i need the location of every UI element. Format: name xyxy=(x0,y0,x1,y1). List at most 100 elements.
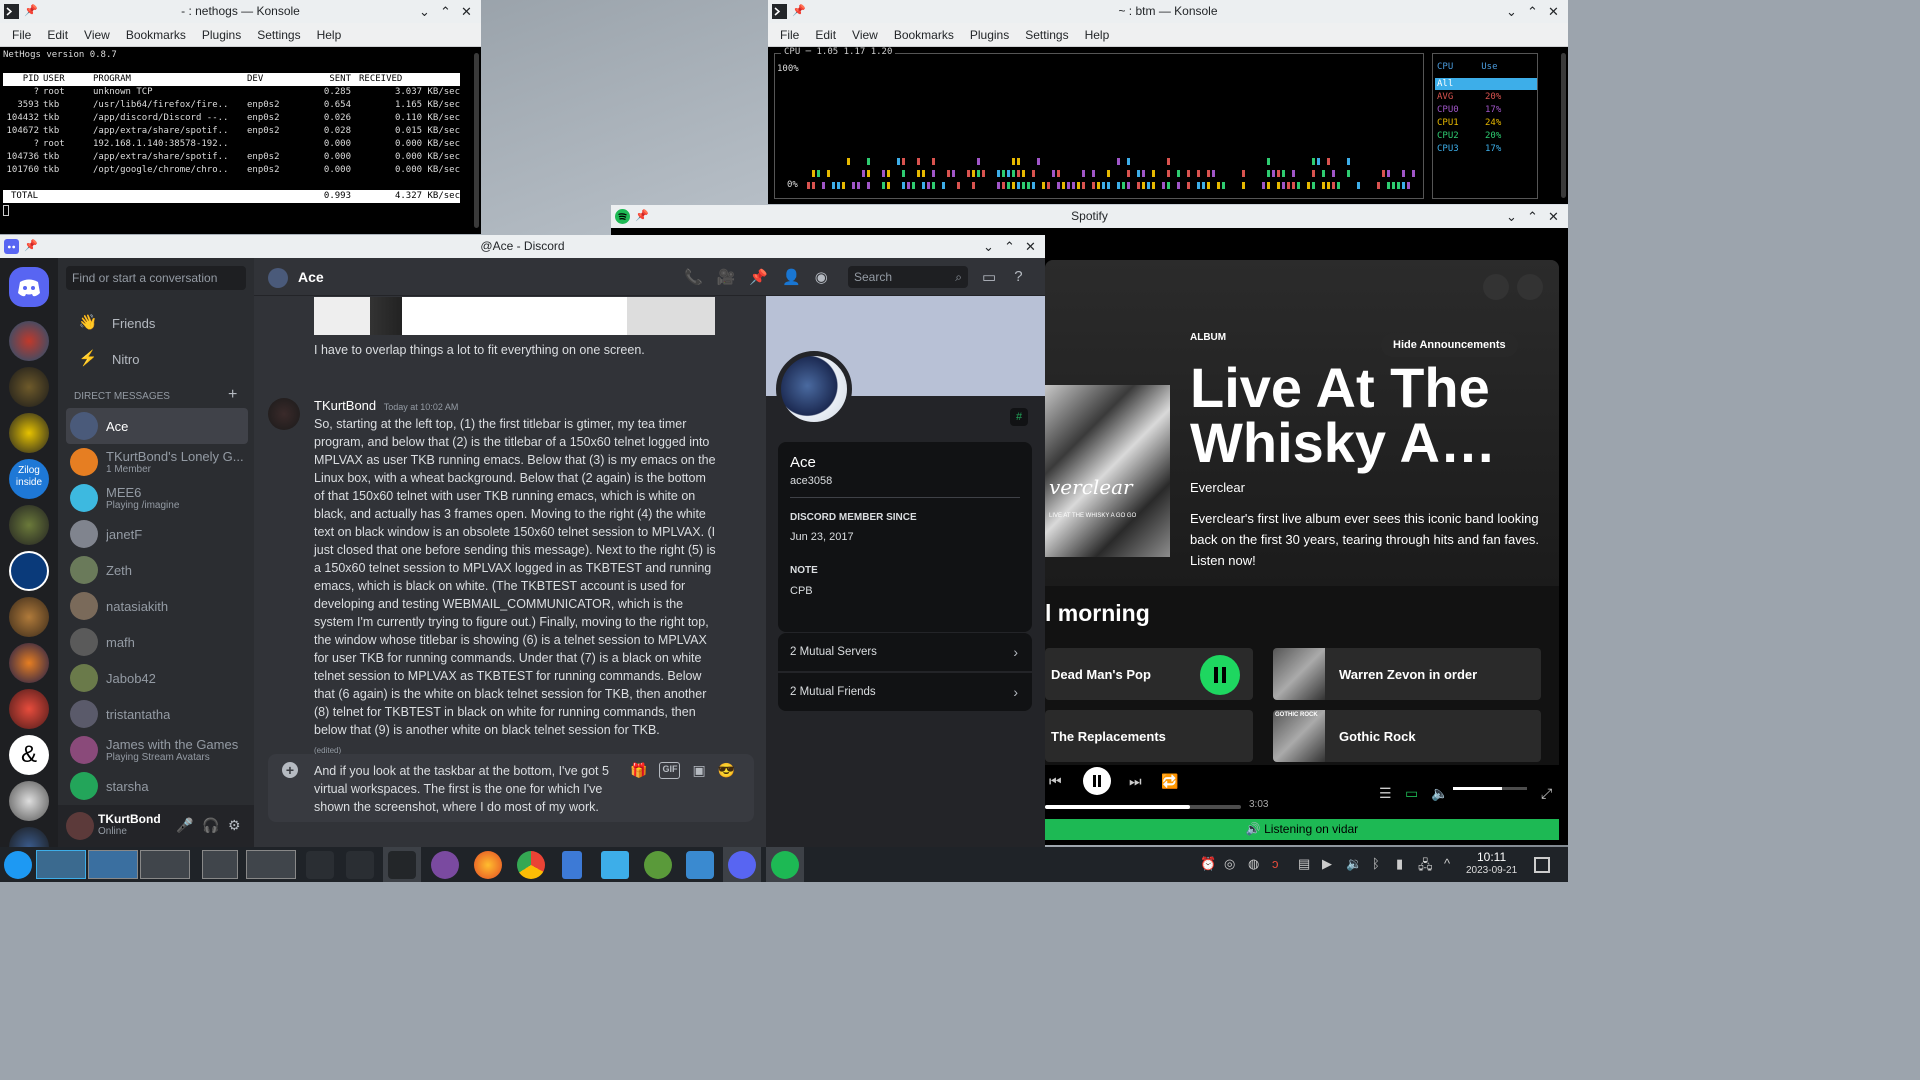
menu-file[interactable]: File xyxy=(4,28,39,42)
server-icon[interactable] xyxy=(9,643,49,683)
headphones-icon[interactable]: 🎧 xyxy=(202,817,219,834)
steam-tray-icon[interactable]: ◍ xyxy=(1248,856,1259,872)
scrollbar[interactable] xyxy=(1561,53,1566,198)
maximize-icon[interactable]: ⌃ xyxy=(435,0,456,23)
battery-tray-icon[interactable]: ▮ xyxy=(1396,856,1403,872)
menu-plugins[interactable]: Plugins xyxy=(962,28,1017,42)
next-icon[interactable]: ⏭ xyxy=(1129,773,1142,790)
terminal-area[interactable]: CPU ─ 1.05 1.17 1.20 100% 0% CPU Use All… xyxy=(768,47,1568,204)
friend-activity-icon[interactable] xyxy=(1483,274,1509,300)
menu-help[interactable]: Help xyxy=(1077,28,1118,42)
server-icon[interactable] xyxy=(9,413,49,453)
dm-item[interactable]: TKurtBond's Lonely G... 1 Member xyxy=(66,444,248,480)
server-icon[interactable] xyxy=(9,505,49,545)
dm-item[interactable]: Ace xyxy=(66,408,248,444)
dm-item[interactable]: starsha xyxy=(66,768,248,804)
draft-message-input[interactable]: And if you look at the taskbar at the bo… xyxy=(314,762,624,816)
add-friends-icon[interactable]: 👤 xyxy=(782,268,801,286)
dm-item[interactable]: natasiakith xyxy=(66,588,248,624)
home-button[interactable] xyxy=(9,267,49,307)
screenshot-attachment[interactable] xyxy=(314,297,715,335)
tile-the-replacements[interactable]: The Replacements xyxy=(1045,710,1253,762)
file-manager-task-icon[interactable] xyxy=(601,851,629,879)
menu-view[interactable]: View xyxy=(844,28,886,42)
menu-file[interactable]: File xyxy=(772,28,807,42)
user-profile-icon[interactable]: ◉ xyxy=(815,268,828,286)
gift-icon[interactable]: 🎁 xyxy=(630,762,647,779)
server-icon[interactable] xyxy=(9,321,49,361)
volume-slider[interactable] xyxy=(1453,787,1527,790)
previous-icon[interactable]: ⏮ xyxy=(1049,773,1062,790)
volume-icon[interactable]: 🔈 xyxy=(1431,785,1448,802)
dm-item[interactable]: tristantatha xyxy=(66,696,248,732)
konsole-task-icon[interactable] xyxy=(388,851,416,879)
album-artist[interactable]: Everclear xyxy=(1190,480,1245,495)
gif-button[interactable]: GIF xyxy=(659,762,681,779)
maximize-icon[interactable]: ⌃ xyxy=(1522,205,1543,228)
window-titlebar[interactable]: 📌 Spotify ⌄ ⌃ ✕ xyxy=(611,205,1568,228)
close-icon[interactable]: ✕ xyxy=(1543,205,1564,228)
chrome-task-icon[interactable] xyxy=(517,851,545,879)
emacs-task-icon[interactable] xyxy=(431,851,459,879)
message-composer[interactable]: + And if you look at the taskbar at the … xyxy=(268,754,754,822)
legend-row[interactable]: CPU2 20% xyxy=(1435,130,1537,142)
opends-server-icon[interactable] xyxy=(9,551,49,591)
terminal-area[interactable]: NetHogs version 0.8.7 PID USER PROGRAM D… xyxy=(0,47,481,234)
expand-tray-icon[interactable]: ^ xyxy=(1444,856,1450,871)
maximize-icon[interactable]: ⌃ xyxy=(999,235,1020,258)
author-name[interactable]: TKurtBond xyxy=(314,398,376,413)
inbox-icon[interactable]: ▭ xyxy=(982,268,996,286)
btm-konsole-window[interactable]: 📌 ~ : btm — Konsole ⌄ ⌃ ✕ File Edit View… xyxy=(768,0,1568,204)
network-tray-icon[interactable]: 🖧 xyxy=(1418,856,1433,878)
mic-icon[interactable]: 🎤 xyxy=(176,817,193,834)
sticker-icon[interactable]: ▣ xyxy=(692,762,705,779)
legend-row[interactable]: CPU1 24% xyxy=(1435,117,1537,129)
playback-progress[interactable] xyxy=(1045,805,1241,809)
document-task-icon[interactable] xyxy=(562,851,582,879)
volume-tray-icon[interactable]: 🔉 xyxy=(1346,856,1362,872)
discord-window[interactable]: 📌 @Ace - Discord ⌄ ⌃ ✕ Zilog inside & Fin… xyxy=(0,235,1045,847)
server-icon[interactable] xyxy=(9,689,49,729)
tile-dead-mans-pop[interactable]: Dead Man's Pop xyxy=(1045,648,1253,700)
listening-on-bar[interactable]: 🔊 Listening on vidar xyxy=(1045,819,1559,840)
workspace-4[interactable] xyxy=(202,850,238,879)
mixer-task-icon[interactable] xyxy=(346,851,374,879)
minimize-icon[interactable]: ⌄ xyxy=(1501,0,1522,23)
scrollbar[interactable] xyxy=(474,53,479,228)
terminal-task-icon[interactable] xyxy=(306,851,334,879)
close-icon[interactable]: ✕ xyxy=(456,0,477,23)
add-dm-icon[interactable]: + xyxy=(228,386,237,404)
menu-edit[interactable]: Edit xyxy=(39,28,76,42)
workspace-5[interactable] xyxy=(246,850,296,879)
show-desktop-icon[interactable] xyxy=(1534,857,1550,873)
close-icon[interactable]: ✕ xyxy=(1020,235,1041,258)
server-icon[interactable] xyxy=(9,827,49,847)
video-call-icon[interactable]: 🎥 xyxy=(717,268,736,286)
legend-row[interactable]: All xyxy=(1435,78,1537,90)
settings-gear-icon[interactable]: ⚙ xyxy=(228,817,241,834)
window-titlebar[interactable]: 📌 @Ace - Discord ⌄ ⌃ ✕ xyxy=(0,235,1045,258)
tile-warren-zevon[interactable]: Warren Zevon in order xyxy=(1273,648,1541,700)
friends-nav[interactable]: 👋 Friends xyxy=(78,313,156,333)
queue-icon[interactable]: ☰ xyxy=(1379,785,1392,802)
workspace-3[interactable] xyxy=(140,850,190,879)
spotify-task-icon[interactable] xyxy=(771,851,799,879)
menu-plugins[interactable]: Plugins xyxy=(194,28,249,42)
clipboard-tray-icon[interactable]: ▤ xyxy=(1298,856,1310,872)
pinned-messages-icon[interactable]: 📌 xyxy=(749,268,768,286)
minimize-icon[interactable]: ⌄ xyxy=(978,235,999,258)
ampersand-server-icon[interactable]: & xyxy=(9,735,49,775)
nitro-nav[interactable]: ⚡ Nitro xyxy=(78,349,140,369)
fullscreen-icon[interactable]: ⤢ xyxy=(1541,785,1552,802)
mutual-servers-row[interactable]: 2 Mutual Servers › xyxy=(778,633,1032,671)
user-avatar[interactable] xyxy=(66,812,94,840)
mutual-friends-row[interactable]: 2 Mutual Friends › xyxy=(778,673,1032,711)
header-search-input[interactable]: Search ⌕ xyxy=(848,266,968,288)
menu-edit[interactable]: Edit xyxy=(807,28,844,42)
discord-task-icon[interactable] xyxy=(728,851,756,879)
tile-play-button[interactable] xyxy=(1200,655,1240,695)
pin-icon[interactable]: 📌 xyxy=(24,235,38,258)
menu-bookmarks[interactable]: Bookmarks xyxy=(886,28,962,42)
menu-bookmarks[interactable]: Bookmarks xyxy=(118,28,194,42)
profile-avatar[interactable] xyxy=(776,351,852,427)
